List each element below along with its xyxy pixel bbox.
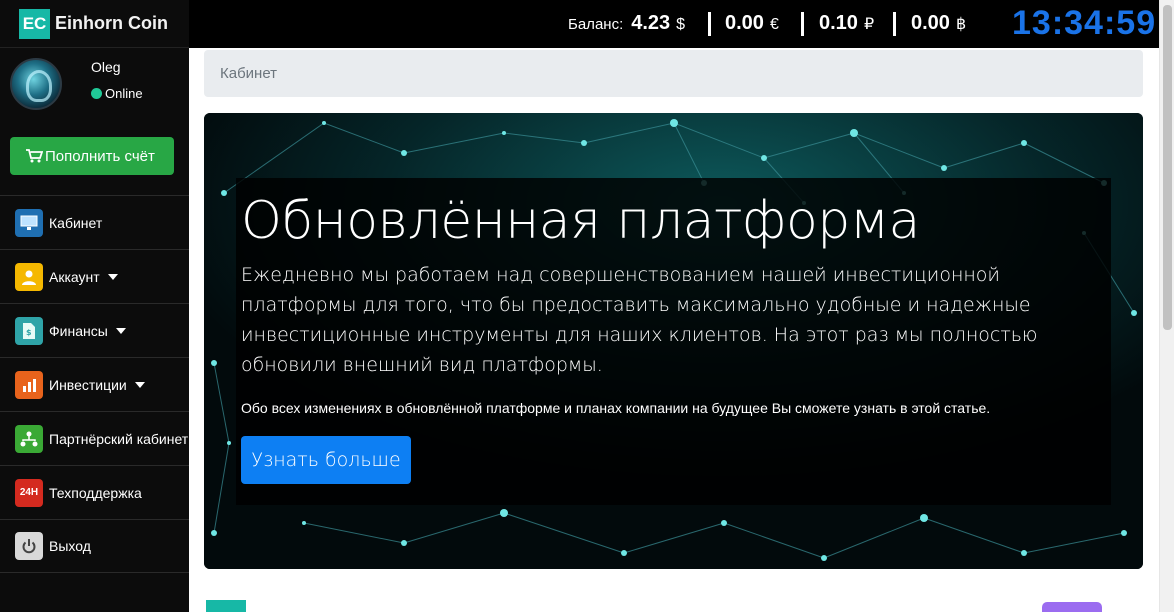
user-status-label: Online [105, 86, 143, 101]
balance-value: 4.23 [631, 12, 671, 34]
banner-content: Обновлённая платформа Ежедневно мы работ… [236, 178, 1111, 505]
balance-eur: 0.00 € [725, 12, 779, 35]
caret-down-icon [134, 381, 145, 388]
sidebar-item-account[interactable]: Аккаунт [0, 249, 189, 303]
avatar[interactable] [10, 58, 62, 110]
caret-down-icon [115, 327, 126, 334]
support-24h-icon: 24H [15, 478, 43, 507]
sidebar-item-support[interactable]: 24H Техподдержка [0, 465, 189, 519]
monitor-icon [15, 208, 43, 237]
online-status-dot-icon [91, 88, 102, 99]
breadcrumb-current: Кабинет [220, 65, 278, 82]
top-header: Баланс: 4.23 $ 0.00 € 0.10 ₽ 0.00 ฿ 13:3… [189, 0, 1159, 48]
sidebar-item-label: Аккаунт [49, 268, 100, 285]
user-status: Online [91, 86, 143, 101]
balance-currency: ฿ [955, 16, 967, 33]
brand-name: Einhorn Coin [55, 13, 168, 33]
promo-banner: Обновлённая платформа Ежедневно мы работ… [204, 113, 1143, 569]
sidebar-item-investments[interactable]: Инвестиции [0, 357, 189, 411]
content-card-top [1042, 602, 1102, 612]
sidebar-nav: Кабинет Аккаунт $ Финансы Инвестиции Пар… [0, 195, 189, 573]
clock: 13:34:59 [1012, 4, 1157, 42]
document-icon: $ [15, 316, 43, 345]
banner-title: Обновлённая платформа [241, 191, 920, 251]
sidebar-item-label: Кабинет [49, 214, 103, 231]
balance-rub: 0.10 ₽ [819, 12, 874, 35]
divider [893, 12, 896, 36]
sidebar-item-label: Техподдержка [49, 484, 142, 501]
balance-currency: ₽ [863, 16, 875, 33]
sidebar-item-cabinet[interactable]: Кабинет [0, 195, 189, 249]
power-icon [15, 532, 43, 560]
balance-value: 0.00 [725, 12, 764, 34]
sidebar-item-logout[interactable]: Выход [0, 519, 189, 573]
scrollbar[interactable] [1159, 0, 1174, 612]
cart-icon [26, 149, 43, 163]
balance-value: 0.00 [911, 12, 950, 34]
divider [801, 12, 804, 36]
caret-down-icon [107, 273, 118, 280]
user-name: Oleg [91, 59, 121, 75]
content-card-top [206, 600, 246, 612]
brand-logo: EC [19, 8, 50, 39]
sidebar: EC Einhorn Coin Oleg Online Пополнить сч… [0, 0, 189, 612]
balance-currency: $ [676, 16, 686, 33]
banner-text: Ежедневно мы работаем над совершенствова… [241, 264, 1038, 376]
balance-currency: € [769, 16, 779, 33]
sidebar-item-finance[interactable]: $ Финансы [0, 303, 189, 357]
chart-icon [15, 370, 43, 399]
brand[interactable]: EC Einhorn Coin [0, 0, 189, 48]
sidebar-item-label: Выход [49, 538, 91, 554]
sidebar-item-label: Финансы [49, 322, 108, 339]
balance-btc: 0.00 ฿ [911, 12, 966, 35]
sidebar-item-label: Партнёрский кабинет [49, 430, 189, 447]
divider [708, 12, 711, 36]
sidebar-item-label: Инвестиции [49, 376, 127, 393]
breadcrumb: Кабинет [204, 50, 1143, 97]
topup-button[interactable]: Пополнить счёт [10, 137, 174, 175]
topup-label: Пополнить счёт [45, 147, 155, 165]
scrollbar-thumb[interactable] [1163, 5, 1172, 330]
balance-value: 0.10 [819, 12, 858, 34]
balance-label: Баланс: [568, 16, 624, 33]
svg-text:$: $ [26, 328, 32, 337]
user-icon [15, 262, 43, 291]
network-icon [15, 424, 43, 453]
sidebar-item-partner[interactable]: Партнёрский кабинет [0, 411, 189, 465]
learn-more-button[interactable]: Узнать больше [241, 436, 411, 484]
balance-usd: Баланс: 4.23 $ [568, 12, 685, 35]
user-panel: Oleg Online [0, 48, 189, 120]
banner-note: Обо всех изменениях в обновлённой платфо… [241, 400, 991, 416]
